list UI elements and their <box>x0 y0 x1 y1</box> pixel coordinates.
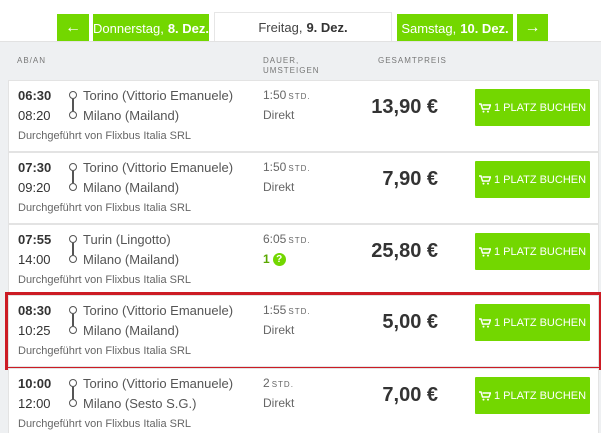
ride-row: 07:30 09:20 Torino (Vittorio Emanuele) M… <box>8 152 599 224</box>
price: 25,80 € <box>371 240 438 262</box>
transfer-info: Direkt <box>263 108 295 122</box>
column-header-price: GESAMTPREIS <box>378 56 447 65</box>
departure-station[interactable]: Torino (Vittorio Emanuele) <box>83 376 233 391</box>
book-seat-label: 1 PLATZ BUCHEN <box>493 389 587 402</box>
transfer-info: Direkt <box>263 180 295 194</box>
duration-value: 2 <box>263 376 270 390</box>
book-seat-label: 1 PLATZ BUCHEN <box>493 173 587 186</box>
current-day-date: 9. Dez. <box>306 20 348 35</box>
arrival-time: 08:20 <box>18 108 51 123</box>
arrow-left-icon: ← <box>65 19 81 36</box>
next-day-label: Samstag, <box>401 20 457 36</box>
column-header-duration: DAUER, UMSTEIGEN <box>263 56 320 76</box>
previous-arrow-button[interactable]: ← <box>57 14 89 42</box>
book-seat-button[interactable]: 1 PLATZ BUCHEN <box>475 161 590 198</box>
arrival-station[interactable]: Milano (Sesto S.G.) <box>83 396 196 411</box>
next-day-date: 10. Dez. <box>460 20 509 36</box>
book-seat-button[interactable]: 1 PLATZ BUCHEN <box>475 89 590 126</box>
duration: 1:50 STD. <box>263 88 311 102</box>
operator-text: Durchgeführt von Flixbus Italia SRL <box>18 274 192 286</box>
duration-value: 1:50 <box>263 160 287 174</box>
cart-icon <box>478 390 491 401</box>
price: 13,90 € <box>371 96 438 118</box>
ride-row: 10:00 12:00 Torino (Vittorio Emanuele) M… <box>8 368 599 433</box>
arrival-station[interactable]: Milano (Mailand) <box>83 323 179 338</box>
price: 7,00 € <box>382 384 438 406</box>
column-header-time: AB/AN <box>17 56 47 65</box>
duration-value: 6:05 <box>263 232 287 246</box>
day-navigation: ← Donnerstag, 8. Dez. Freitag, 9. Dez. S… <box>0 0 601 42</box>
duration: 1:55 STD. <box>263 303 311 317</box>
arrival-time: 12:00 <box>18 396 51 411</box>
arrival-station[interactable]: Milano (Mailand) <box>83 252 179 267</box>
duration-unit: STD. <box>288 307 311 316</box>
arrow-right-icon: → <box>524 19 541 36</box>
book-seat-button[interactable]: 1 PLATZ BUCHEN <box>475 377 590 414</box>
duration-value: 1:55 <box>263 303 287 317</box>
duration-unit: STD. <box>271 380 294 389</box>
next-arrow-button[interactable]: → <box>517 14 548 42</box>
duration: 1:50 STD. <box>263 160 311 174</box>
ride-row: 07:55 14:00 Turin (Lingotto) Milano (Mai… <box>8 224 599 296</box>
transfer-count: 1 <box>263 252 270 266</box>
departure-station[interactable]: Torino (Vittorio Emanuele) <box>83 88 233 103</box>
arrival-time: 10:25 <box>18 323 51 338</box>
duration-unit: STD. <box>288 164 311 173</box>
duration-unit: STD. <box>288 236 311 245</box>
cart-icon <box>478 317 491 328</box>
operator-text: Durchgeführt von Flixbus Italia SRL <box>18 202 192 214</box>
book-seat-label: 1 PLATZ BUCHEN <box>493 101 587 114</box>
column-header-duration-line2: UMSTEIGEN <box>263 66 320 75</box>
book-seat-label: 1 PLATZ BUCHEN <box>493 245 587 258</box>
results-panel: AB/AN DAUER, UMSTEIGEN GESAMTPREIS 06:30… <box>0 41 601 433</box>
duration-value: 1:50 <box>263 88 287 102</box>
previous-day-button[interactable]: Donnerstag, 8. Dez. <box>93 14 209 42</box>
route-stops-icon <box>69 379 77 409</box>
departure-station[interactable]: Torino (Vittorio Emanuele) <box>83 160 233 175</box>
book-seat-label: 1 PLATZ BUCHEN <box>493 316 587 329</box>
departure-station[interactable]: Torino (Vittorio Emanuele) <box>83 303 233 318</box>
route-stops-icon <box>69 91 77 121</box>
duration-unit: STD. <box>288 92 311 101</box>
cart-icon <box>478 246 491 257</box>
cart-icon <box>478 102 491 113</box>
operator-text: Durchgeführt von Flixbus Italia SRL <box>18 418 192 430</box>
operator-text: Durchgeführt von Flixbus Italia SRL <box>18 130 192 142</box>
previous-day-label: Donnerstag, <box>93 20 164 36</box>
book-seat-button[interactable]: 1 PLATZ BUCHEN <box>475 233 590 270</box>
duration: 6:05 STD. <box>263 232 311 246</box>
current-day-tab: Freitag, 9. Dez. <box>214 12 392 42</box>
arrival-station[interactable]: Milano (Mailand) <box>83 108 179 123</box>
departure-time: 07:30 <box>18 160 52 175</box>
transfer-info[interactable]: 1 ? <box>263 252 286 266</box>
route-stops-icon <box>69 235 77 265</box>
arrival-time: 14:00 <box>18 252 51 267</box>
operator-text: Durchgeführt von Flixbus Italia SRL <box>18 345 192 357</box>
departure-time: 10:00 <box>18 376 52 391</box>
price: 5,00 € <box>382 311 438 333</box>
transfer-info: Direkt <box>263 323 295 337</box>
duration: 2 STD. <box>263 376 294 390</box>
route-stops-icon <box>69 163 77 193</box>
arrival-station[interactable]: Milano (Mailand) <box>83 180 179 195</box>
help-icon[interactable]: ? <box>272 252 286 266</box>
previous-day-date: 8. Dez. <box>167 20 210 36</box>
departure-time: 08:30 <box>18 303 52 318</box>
next-day-button[interactable]: Samstag, 10. Dez. <box>397 14 513 42</box>
price: 7,90 € <box>382 168 438 190</box>
ride-row: 08:30 10:25 Torino (Vittorio Emanuele) M… <box>5 292 601 370</box>
departure-time: 06:30 <box>18 88 52 103</box>
departure-station[interactable]: Turin (Lingotto) <box>83 232 171 247</box>
route-stops-icon <box>69 306 77 336</box>
arrival-time: 09:20 <box>18 180 51 195</box>
transfer-info: Direkt <box>263 396 295 410</box>
current-day-label: Freitag, <box>258 20 303 35</box>
book-seat-button[interactable]: 1 PLATZ BUCHEN <box>475 304 590 341</box>
column-header-duration-line1: DAUER, <box>263 56 300 65</box>
ride-row: 06:30 08:20 Torino (Vittorio Emanuele) M… <box>8 80 599 152</box>
departure-time: 07:55 <box>18 232 52 247</box>
cart-icon <box>478 174 491 185</box>
